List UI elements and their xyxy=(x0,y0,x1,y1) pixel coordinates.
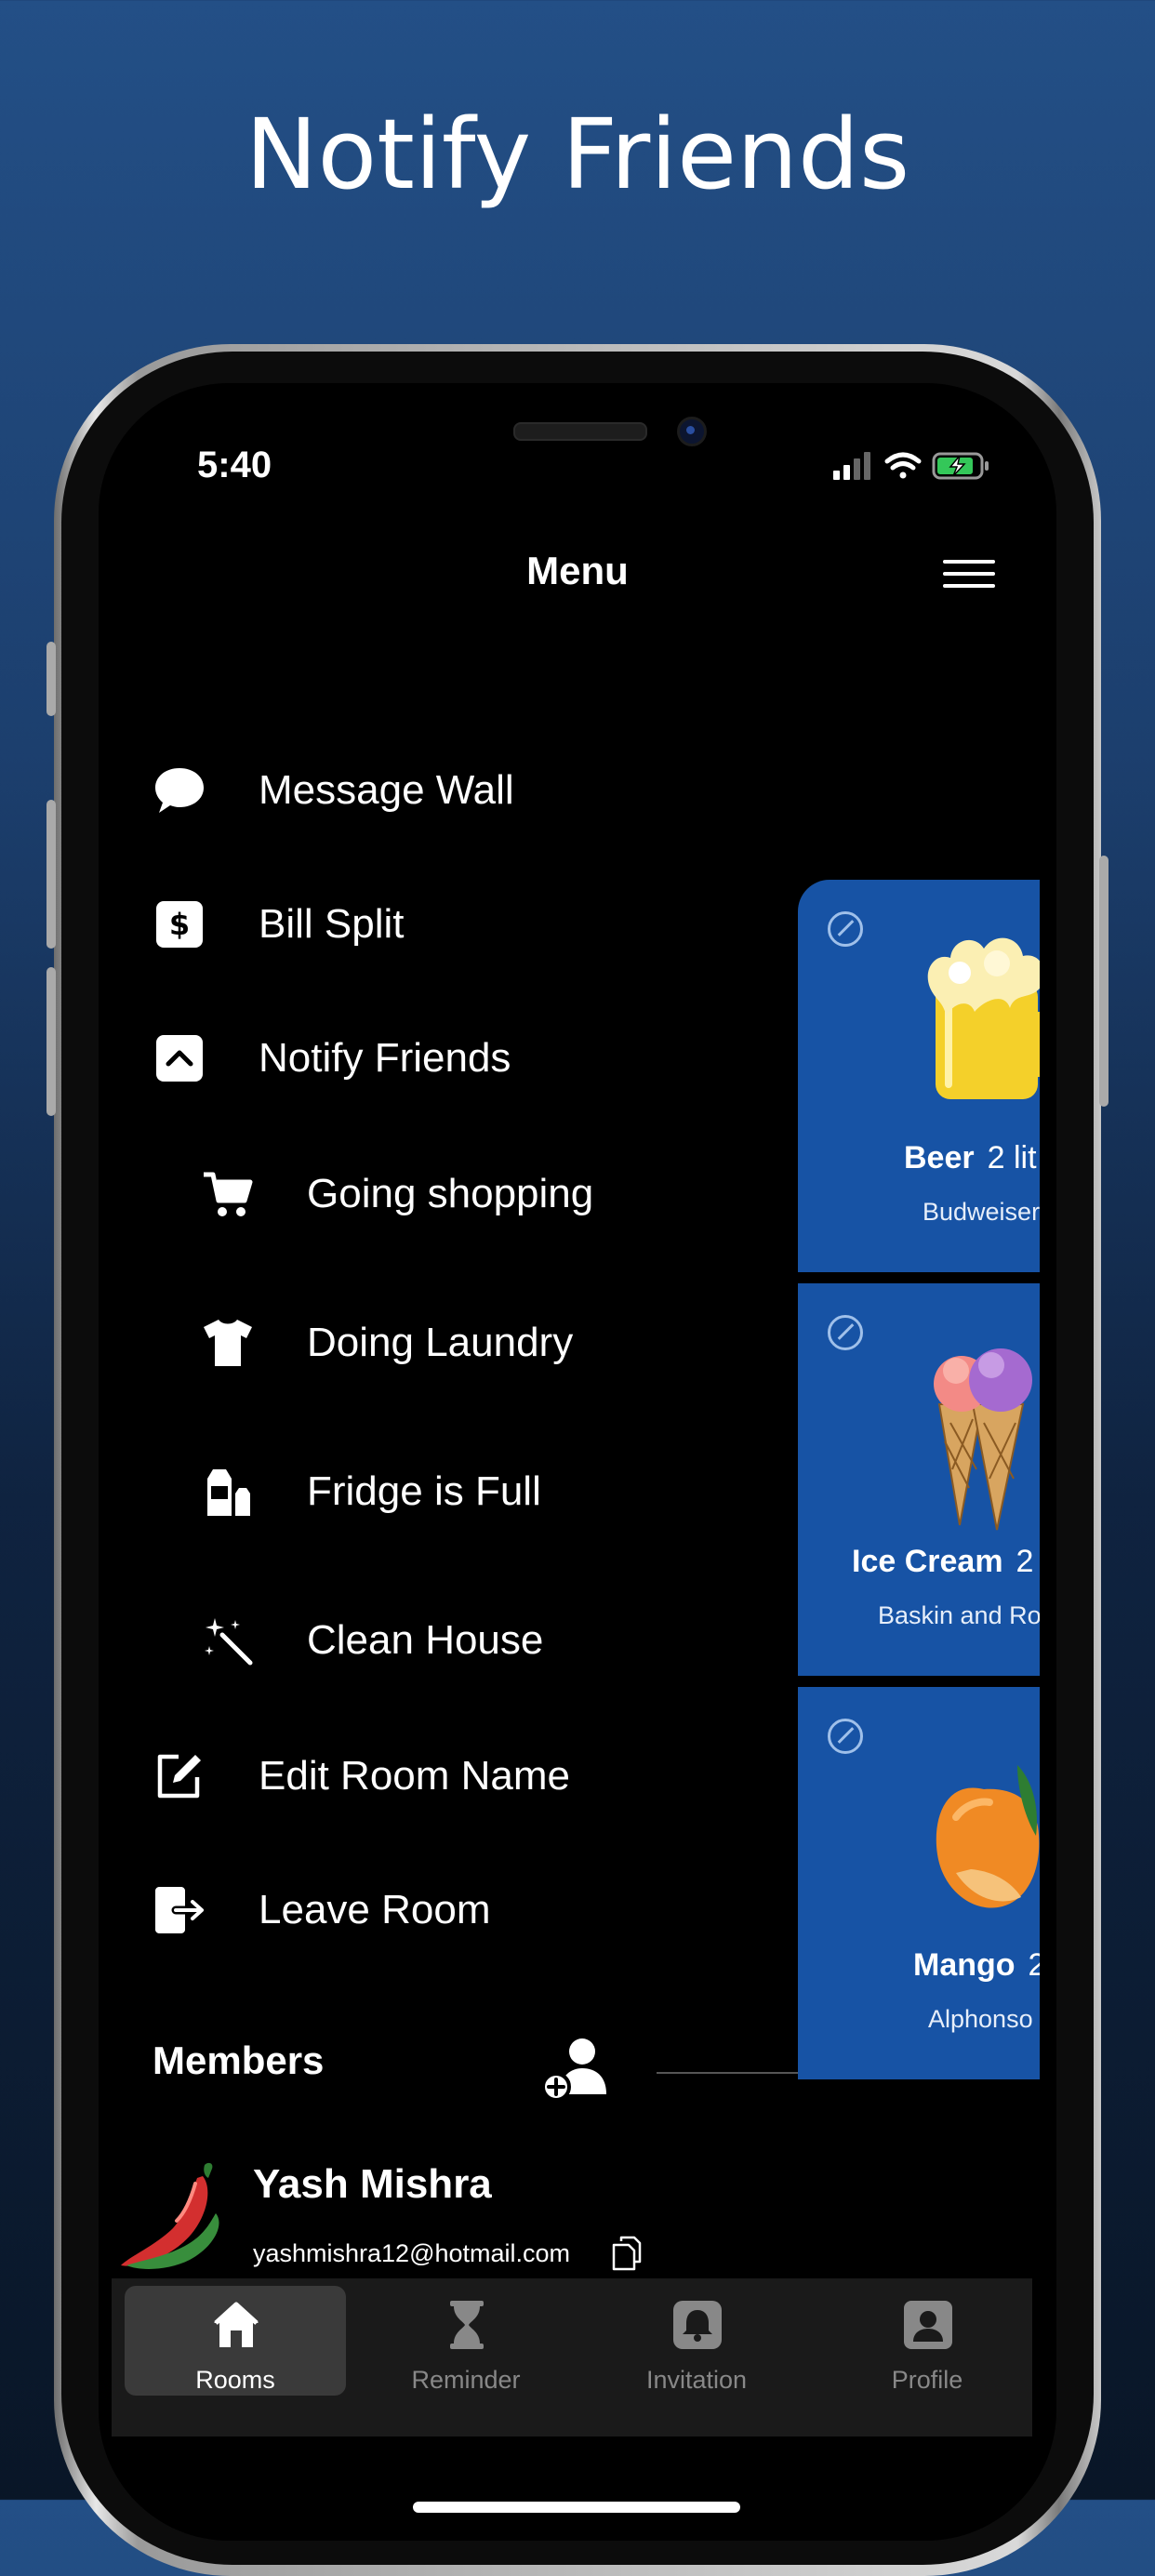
grocery-card-mango[interactable]: Mango 2 Alphonso xyxy=(798,1687,1040,2079)
tab-rooms[interactable]: Rooms xyxy=(125,2286,346,2396)
hourglass-icon xyxy=(450,2301,484,2349)
bell-icon xyxy=(673,2301,722,2349)
person-icon xyxy=(904,2301,952,2349)
card-title: Mango 2 xyxy=(913,1947,1040,1983)
menu-item-fridge-is-full[interactable]: Fridge is Full xyxy=(201,1454,777,1529)
copy-icon[interactable] xyxy=(612,2236,642,2271)
home-indicator[interactable] xyxy=(413,2502,740,2513)
dollar-icon: $ xyxy=(153,897,206,951)
edit-circle-icon[interactable] xyxy=(828,1719,863,1754)
tab-invitation[interactable]: Invitation xyxy=(586,2286,807,2396)
tab-label: Invitation xyxy=(645,2366,748,2394)
chili-avatar xyxy=(121,2162,219,2269)
wifi-icon xyxy=(884,452,922,479)
menu-item-doing-laundry[interactable]: Doing Laundry xyxy=(201,1306,777,1380)
add-member-icon[interactable] xyxy=(541,2037,608,2102)
chevron-up-icon xyxy=(153,1031,206,1085)
status-time: 5:40 xyxy=(197,445,272,485)
front-camera xyxy=(677,417,707,446)
volume-down-button xyxy=(46,967,56,1116)
tab-profile[interactable]: Profile xyxy=(816,2286,1038,2396)
menu-label: Edit Room Name xyxy=(259,1753,571,1799)
edit-circle-icon[interactable] xyxy=(828,1315,863,1350)
member-email: yashmishra12@hotmail.com xyxy=(253,2239,571,2267)
menu-item-edit-room-name[interactable]: Edit Room Name xyxy=(153,1739,729,1813)
member-name: Yash Mishra xyxy=(253,2161,492,2207)
menu-item-bill-split[interactable]: $ Bill Split xyxy=(153,887,729,962)
menu-label: Clean House xyxy=(307,1617,544,1663)
card-title: Ice Cream 2 xyxy=(852,1544,1034,1579)
menu-item-going-shopping[interactable]: Going shopping xyxy=(201,1157,777,1231)
edit-circle-icon[interactable] xyxy=(828,911,863,947)
tab-label: Rooms xyxy=(195,2366,275,2394)
status-icons xyxy=(833,452,989,480)
members-label: Members xyxy=(153,2038,325,2082)
card-brand: Alphonso xyxy=(928,2005,1033,2033)
menu-label: Bill Split xyxy=(259,901,405,947)
divider xyxy=(657,2072,798,2074)
svg-text:$: $ xyxy=(169,907,190,942)
beer-mug-icon xyxy=(927,937,1040,1099)
edit-icon xyxy=(153,1749,206,1803)
power-button xyxy=(1099,856,1109,1107)
menu-label: Going shopping xyxy=(307,1171,594,1216)
tab-bar: Rooms Reminder Invitation Profile xyxy=(112,2278,1032,2437)
menu-item-clean-house[interactable]: Clean House xyxy=(201,1603,777,1678)
battery-charging-icon xyxy=(932,452,989,480)
card-brand: Budweiser xyxy=(923,1198,1040,1226)
fridge-items-icon xyxy=(201,1465,255,1519)
phone-screen: 5:40 Menu Message Wall $ Bill Split Noti… xyxy=(99,383,1056,2541)
tab-reminder[interactable]: Reminder xyxy=(355,2286,577,2396)
volume-up-button xyxy=(46,800,56,949)
grocery-card-ice-cream[interactable]: Ice Cream 2 Baskin and Ro xyxy=(798,1283,1040,1676)
menu-label: Message Wall xyxy=(259,767,514,813)
menu-item-message-wall[interactable]: Message Wall xyxy=(153,753,729,828)
mango-icon xyxy=(936,1765,1040,1908)
speech-bubble-icon xyxy=(153,764,206,817)
menu-label: Leave Room xyxy=(259,1887,491,1932)
menu-item-notify-friends[interactable]: Notify Friends xyxy=(153,1021,729,1095)
menu-label: Doing Laundry xyxy=(307,1320,574,1365)
home-icon xyxy=(214,2302,259,2347)
cart-icon xyxy=(201,1167,255,1221)
speaker-grille xyxy=(513,422,647,441)
menu-item-leave-room[interactable]: Leave Room xyxy=(153,1873,729,1947)
tab-label: Profile xyxy=(891,2366,963,2394)
nav-title: Menu xyxy=(526,549,629,592)
menu-label: Fridge is Full xyxy=(307,1468,541,1514)
grocery-card-beer[interactable]: Beer 2 lit Budweiser xyxy=(798,880,1040,1272)
sparkle-wand-icon xyxy=(201,1613,255,1667)
card-brand: Baskin and Ro xyxy=(878,1601,1040,1629)
mute-switch xyxy=(46,642,56,716)
headline: Notify Friends xyxy=(245,98,910,211)
tab-label: Reminder xyxy=(411,2366,521,2394)
card-title: Beer 2 lit xyxy=(904,1140,1037,1175)
signal-icon xyxy=(833,452,870,480)
ice-cream-icon xyxy=(934,1348,1032,1531)
menu-label: Notify Friends xyxy=(259,1035,511,1081)
hamburger-menu-button[interactable] xyxy=(943,560,995,597)
leave-icon xyxy=(153,1883,206,1937)
tshirt-icon xyxy=(201,1316,255,1370)
